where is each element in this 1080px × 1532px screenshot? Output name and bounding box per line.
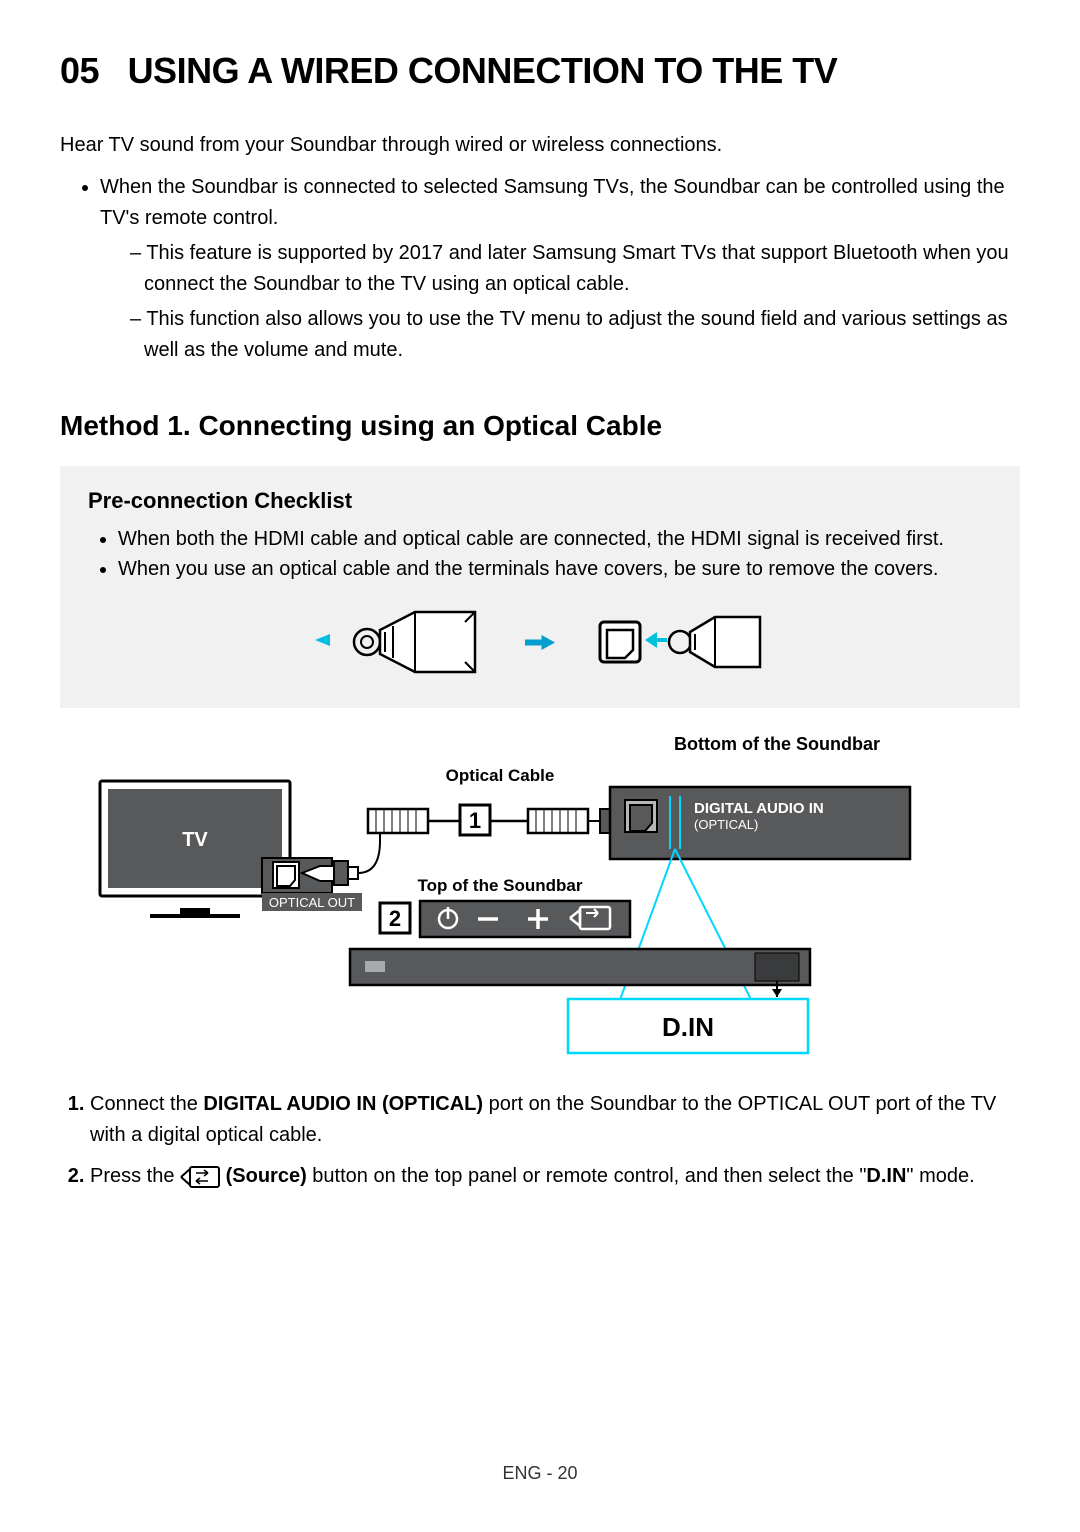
steps-list: Connect the DIGITAL AUDIO IN (OPTICAL) p… bbox=[60, 1089, 1020, 1192]
arrow-right-icon bbox=[525, 635, 555, 650]
step-item: Connect the DIGITAL AUDIO IN (OPTICAL) p… bbox=[90, 1089, 1020, 1151]
din-bold: D.IN bbox=[866, 1165, 906, 1187]
digital-audio-in-label: DIGITAL AUDIO IN bbox=[694, 800, 824, 817]
soundbar-bottom-label: Bottom of the Soundbar bbox=[60, 734, 880, 755]
method-heading: Method 1. Connecting using an Optical Ca… bbox=[60, 410, 1020, 442]
intro-text: Hear TV sound from your Soundbar through… bbox=[60, 130, 1020, 160]
optical-out-label: OPTICAL OUT bbox=[269, 895, 355, 910]
sub-list-item: This feature is supported by 2017 and la… bbox=[130, 238, 1020, 300]
soundbar-top-label: Top of the Soundbar bbox=[418, 876, 583, 895]
step-1-marker: 1 bbox=[469, 808, 481, 833]
checklist-title: Pre-connection Checklist bbox=[88, 488, 992, 514]
tv-label: TV bbox=[182, 829, 208, 851]
socket-with-cap-icon bbox=[595, 602, 765, 682]
sub-list: This feature is supported by 2017 and la… bbox=[100, 238, 1020, 366]
source-icon bbox=[180, 1166, 220, 1188]
connection-diagram: Bottom of the Soundbar TV OPTICAL OUT Op… bbox=[60, 734, 1020, 1061]
section-number: 05 bbox=[60, 50, 99, 91]
soundbar-port-panel: DIGITAL AUDIO IN (OPTICAL) bbox=[610, 787, 910, 859]
cover-removal-figure bbox=[88, 602, 992, 682]
soundbar-top-panel bbox=[420, 901, 630, 937]
page-footer: ENG - 20 bbox=[0, 1463, 1080, 1484]
step1-bold: DIGITAL AUDIO IN (OPTICAL) bbox=[203, 1093, 483, 1115]
din-display-label: D.IN bbox=[662, 1012, 714, 1042]
feature-list: When the Soundbar is connected to select… bbox=[60, 172, 1020, 366]
list-item: When the Soundbar is connected to select… bbox=[100, 172, 1020, 366]
cap-remove-icon bbox=[315, 602, 485, 682]
checklist: When both the HDMI cable and optical cab… bbox=[88, 524, 992, 584]
checklist-box: Pre-connection Checklist When both the H… bbox=[60, 466, 1020, 708]
section-title: USING A WIRED CONNECTION TO THE TV bbox=[128, 50, 838, 91]
list-item: When you use an optical cable and the te… bbox=[118, 554, 992, 584]
optical-cable-icon: 1 bbox=[302, 805, 646, 885]
step-item: Press the (Source) button on the top pan… bbox=[90, 1161, 1020, 1192]
tv-icon: TV OPTICAL OUT bbox=[100, 781, 362, 916]
source-label: (Source) bbox=[226, 1165, 307, 1187]
diagram-svg: TV OPTICAL OUT Optical Cable bbox=[80, 761, 940, 1061]
optical-cable-label: Optical Cable bbox=[446, 766, 555, 785]
digital-audio-optical-label: (OPTICAL) bbox=[694, 817, 758, 832]
list-item: When both the HDMI cable and optical cab… bbox=[118, 524, 992, 554]
soundbar-body-icon bbox=[350, 949, 810, 997]
step-2-marker: 2 bbox=[389, 906, 401, 931]
section-heading: 05 USING A WIRED CONNECTION TO THE TV bbox=[60, 50, 1020, 92]
sub-list-item: This function also allows you to use the… bbox=[130, 304, 1020, 366]
